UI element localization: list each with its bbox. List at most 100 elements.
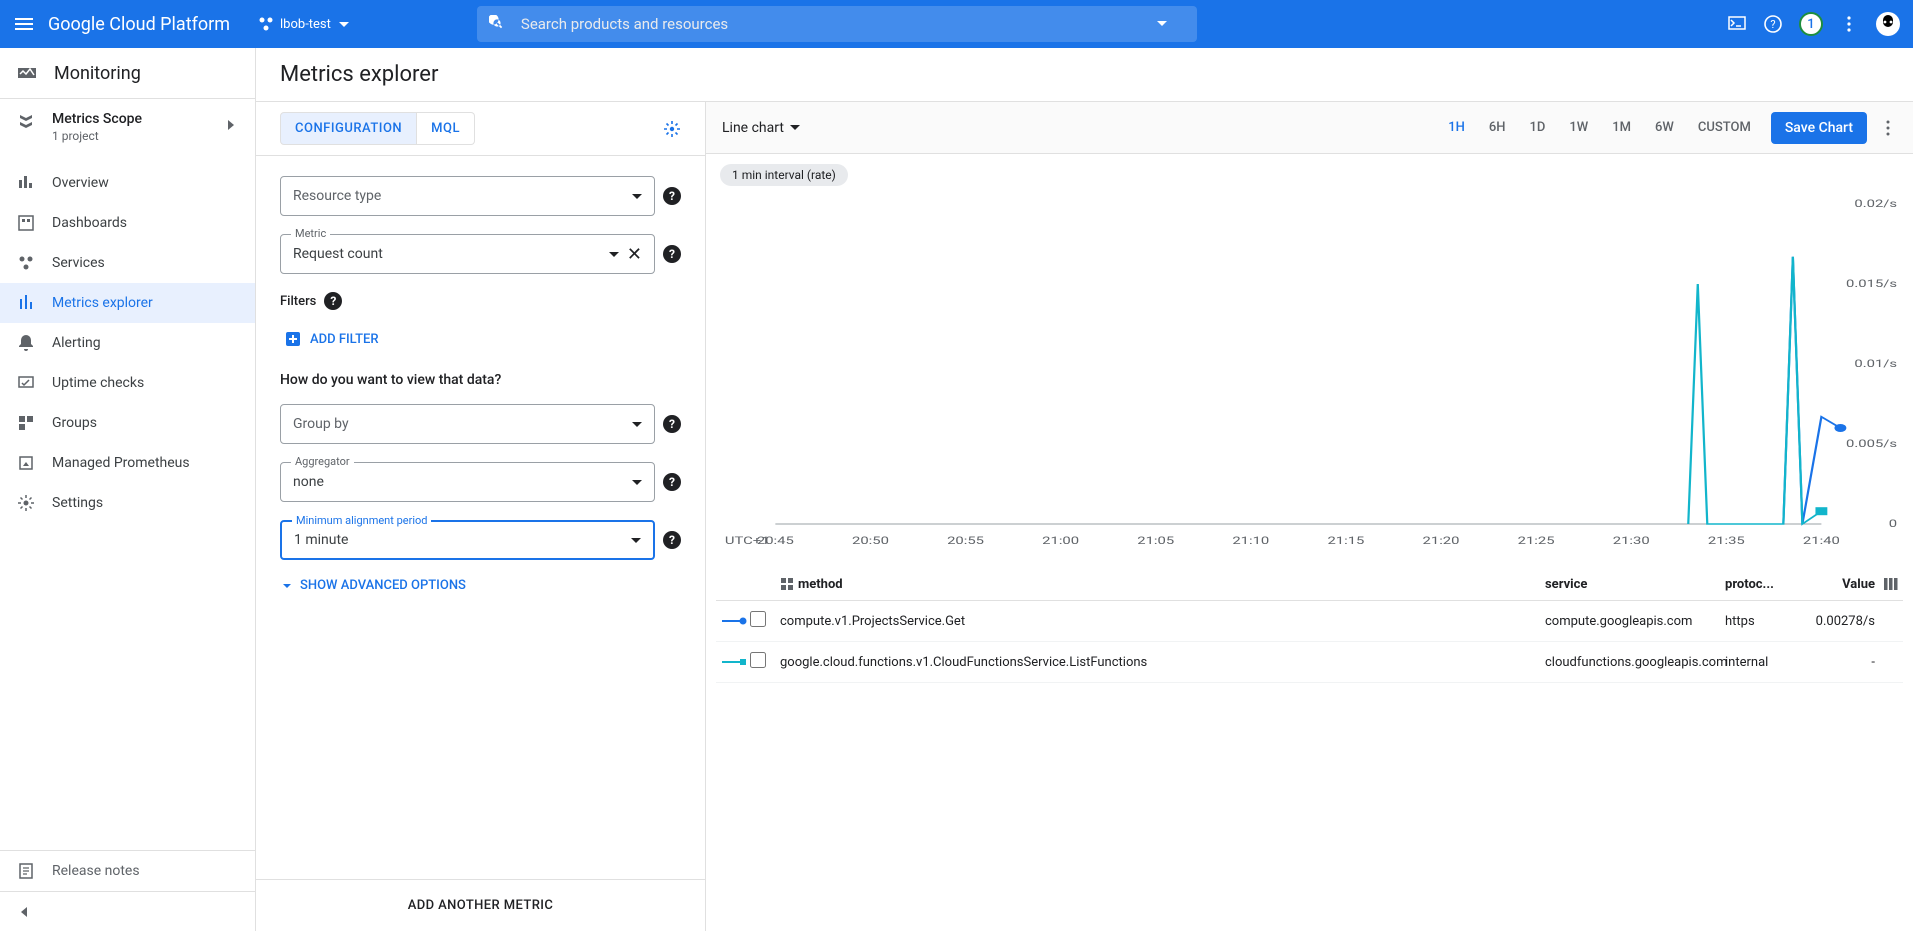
sidebar-item-groups[interactable]: Groups [0, 403, 255, 443]
show-advanced-button[interactable]: SHOW ADVANCED OPTIONS [280, 578, 681, 593]
view-question: How do you want to view that data? [280, 372, 681, 388]
svg-text:20:45: 20:45 [757, 535, 794, 547]
range-6w[interactable]: 6W [1655, 120, 1674, 135]
sidebar-item-uptime[interactable]: Uptime checks [0, 363, 255, 403]
more-vert-icon[interactable] [1839, 14, 1859, 34]
tab-configuration[interactable]: CONFIGURATION [280, 112, 417, 145]
svg-text:21:25: 21:25 [1518, 535, 1555, 547]
sidebar-item-overview[interactable]: Overview [0, 163, 255, 203]
svg-text:0.01/s: 0.01/s [1854, 358, 1897, 370]
svg-text:21:15: 21:15 [1327, 535, 1364, 547]
monitoring-icon [16, 62, 38, 84]
add-another-metric-button[interactable]: ADD ANOTHER METRIC [256, 879, 705, 931]
more-vert-icon[interactable] [1879, 119, 1897, 137]
cloud-shell-icon[interactable] [1727, 14, 1747, 34]
config-panel: CONFIGURATION MQL Resource type ? [256, 102, 706, 931]
filters-label: Filters? [280, 292, 681, 310]
help-icon[interactable]: ? [663, 415, 681, 433]
header-actions: ? 1 [1727, 11, 1901, 37]
svg-text:20:50: 20:50 [852, 535, 889, 547]
config-tabs: CONFIGURATION MQL [256, 102, 705, 156]
help-icon[interactable]: ? [663, 473, 681, 491]
time-ranges: 1H 6H 1D 1W 1M 6W CUSTOM [1448, 120, 1751, 135]
legend-row[interactable]: google.cloud.functions.v1.CloudFunctions… [716, 642, 1903, 683]
sidebar-item-alerting[interactable]: Alerting [0, 323, 255, 363]
svg-text:21:40: 21:40 [1803, 535, 1840, 547]
metrics-scope[interactable]: Metrics Scope 1 project [0, 99, 255, 155]
page-title: Metrics explorer [256, 48, 1913, 101]
sidebar-release-notes[interactable]: Release notes [0, 851, 255, 891]
sidebar-item-settings[interactable]: Settings [0, 483, 255, 523]
caret-down-icon [632, 422, 642, 427]
sidebar: Monitoring Metrics Scope 1 project Overv… [0, 48, 256, 931]
chevron-down-icon [280, 579, 294, 593]
alignment-period-select[interactable]: Minimum alignment period 1 minute [280, 520, 655, 560]
svg-text:0: 0 [1889, 518, 1897, 530]
sidebar-item-metrics-explorer[interactable]: Metrics explorer [0, 283, 255, 323]
sidebar-title[interactable]: Monitoring [0, 48, 255, 99]
svg-text:21:00: 21:00 [1042, 535, 1079, 547]
search-icon [489, 15, 507, 33]
svg-text:0.005/s: 0.005/s [1846, 438, 1897, 450]
svg-text:21:35: 21:35 [1708, 535, 1745, 547]
range-1m[interactable]: 1M [1612, 120, 1631, 135]
svg-text:21:20: 21:20 [1423, 535, 1460, 547]
save-chart-button[interactable]: Save Chart [1771, 112, 1867, 144]
collapse-sidebar-button[interactable] [0, 891, 255, 931]
avatar[interactable] [1875, 11, 1901, 37]
search-input[interactable] [521, 15, 1153, 33]
svg-text:20:55: 20:55 [947, 535, 984, 547]
caret-down-icon [631, 538, 641, 543]
help-icon[interactable]: ? [1763, 14, 1783, 34]
brand[interactable]: Google Cloud Platform [48, 14, 230, 35]
chart-area[interactable]: 00.005/s0.01/s0.015/s0.02/sUTC+120:4520:… [716, 194, 1903, 554]
hamburger-icon[interactable] [12, 12, 36, 36]
scope-icon [16, 111, 36, 131]
viz-toolbar: Line chart 1H 6H 1D 1W 1M 6W CUSTOM Save Chart [706, 102, 1913, 154]
gear-icon[interactable] [663, 120, 681, 138]
caret-down-icon [790, 125, 800, 130]
legend-checkbox[interactable] [750, 611, 766, 627]
help-icon[interactable]: ? [663, 187, 681, 205]
plus-icon [284, 330, 302, 348]
legend-row[interactable]: compute.v1.ProjectsService.Get compute.g… [716, 601, 1903, 642]
header: Google Cloud Platform lbob-test ? 1 [0, 0, 1913, 48]
project-picker[interactable]: lbob-test [250, 12, 357, 36]
add-filter-button[interactable]: ADD FILTER [280, 324, 681, 354]
sidebar-item-prometheus[interactable]: Managed Prometheus [0, 443, 255, 483]
range-1h[interactable]: 1H [1448, 120, 1465, 135]
svg-text:21:05: 21:05 [1137, 535, 1174, 547]
chevron-down-icon[interactable] [1153, 15, 1171, 33]
sidebar-item-dashboards[interactable]: Dashboards [0, 203, 255, 243]
group-by-select[interactable]: Group by [280, 404, 655, 444]
range-custom[interactable]: CUSTOM [1698, 120, 1751, 135]
svg-text:0.02/s: 0.02/s [1854, 198, 1897, 210]
tab-mql[interactable]: MQL [417, 112, 475, 145]
project-name: lbob-test [280, 17, 331, 32]
svg-text:21:10: 21:10 [1232, 535, 1269, 547]
chart-type-select[interactable]: Line chart [722, 120, 800, 136]
columns-icon[interactable] [1883, 576, 1899, 592]
metric-select[interactable]: Metric Request count ✕ [280, 234, 655, 274]
clear-icon[interactable]: ✕ [627, 244, 642, 265]
sidebar-item-services[interactable]: Services [0, 243, 255, 283]
caret-down-icon [339, 22, 349, 27]
aggregator-select[interactable]: Aggregator none [280, 462, 655, 502]
caret-down-icon [609, 252, 619, 257]
chevron-right-icon [223, 117, 239, 133]
help-icon[interactable]: ? [324, 292, 342, 310]
help-icon[interactable]: ? [663, 531, 681, 549]
help-icon[interactable]: ? [663, 245, 681, 263]
svg-text:?: ? [1770, 18, 1775, 31]
notifications-badge[interactable]: 1 [1799, 12, 1823, 36]
search-bar[interactable] [477, 6, 1197, 42]
range-1w[interactable]: 1W [1569, 120, 1588, 135]
visualization-panel: Line chart 1H 6H 1D 1W 1M 6W CUSTOM Save Chart… [706, 102, 1913, 931]
legend-checkbox[interactable] [750, 652, 766, 668]
range-6h[interactable]: 6H [1489, 120, 1506, 135]
sidebar-menu: Overview Dashboards Services Metrics exp… [0, 155, 255, 850]
resource-type-select[interactable]: Resource type [280, 176, 655, 216]
svg-text:0.015/s: 0.015/s [1846, 278, 1897, 290]
svg-text:21:30: 21:30 [1613, 535, 1650, 547]
range-1d[interactable]: 1D [1530, 120, 1546, 135]
